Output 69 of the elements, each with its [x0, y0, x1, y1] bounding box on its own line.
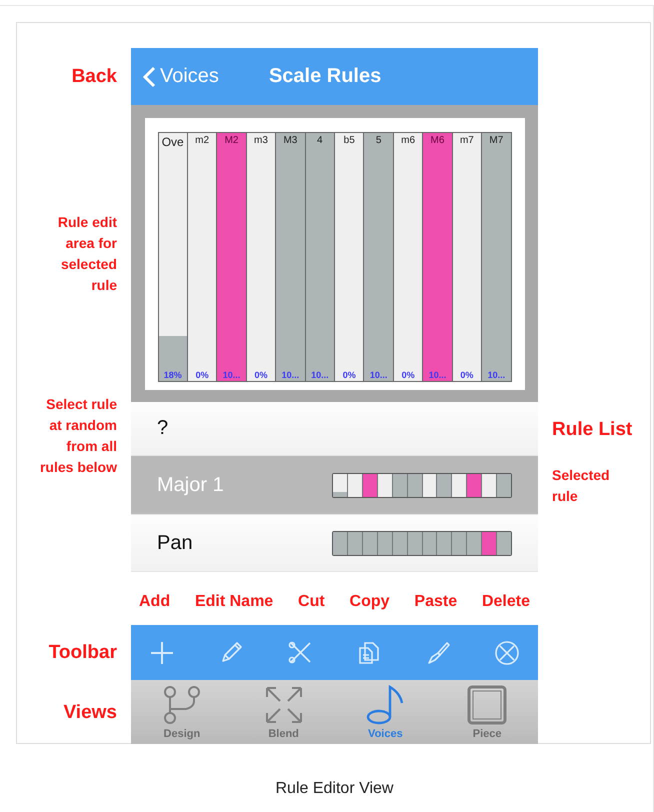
interval-column[interactable]: 4 10... [306, 132, 336, 382]
interval-column[interactable]: M3 10... [276, 132, 306, 382]
interval-column[interactable]: m6 0% [394, 132, 424, 382]
rule-name: Pan [157, 532, 193, 554]
plus-icon [149, 640, 175, 666]
screen-title: Scale Rules [268, 65, 382, 88]
interval-column[interactable]: M6 10... [423, 132, 453, 382]
annotation: Edit Name [194, 592, 274, 612]
scissors-button[interactable] [287, 640, 313, 666]
interval-reading: 0% [402, 370, 415, 380]
brush-icon [425, 640, 451, 666]
interval-reading: 0% [196, 370, 209, 380]
interval-column[interactable]: M2 10... [217, 132, 247, 382]
copy-icon [356, 640, 382, 666]
interval-reading: 10... [370, 370, 388, 380]
annotation: Rule List [551, 418, 634, 440]
expand-arrows-icon [264, 685, 304, 725]
annotation: Back [72, 66, 118, 87]
interval-label: 4 [317, 134, 323, 146]
interval-column[interactable]: Ove 18% [158, 132, 188, 382]
interval-reading: 0% [254, 370, 268, 380]
interval-label: m6 [401, 134, 416, 146]
annotation: Copy [350, 592, 390, 612]
interval-column[interactable]: m2 0% [188, 132, 218, 382]
interval-reading: 10... [282, 370, 300, 380]
interval-column[interactable]: m7 0% [452, 132, 482, 382]
interval-label: m3 [254, 134, 268, 146]
annotation: Select rule at random from all rules below [38, 395, 118, 477]
brush-button[interactable] [425, 640, 451, 666]
interval-reading: 10... [488, 370, 506, 380]
interval-label: M7 [489, 134, 504, 146]
interval-label: m7 [460, 134, 474, 146]
plus-button[interactable] [149, 640, 175, 666]
delete-button[interactable] [494, 640, 520, 666]
interval-column[interactable]: b5 0% [335, 132, 364, 382]
rule-name: ? [157, 417, 168, 440]
music-note-icon [365, 685, 406, 725]
square-icon [467, 685, 508, 725]
annotation: Add [139, 592, 170, 612]
interval-label: b5 [344, 134, 355, 146]
annotation: Delete [482, 592, 530, 612]
chevron-left-icon [143, 66, 156, 88]
interval-reading: 10... [311, 370, 329, 380]
interval-reading: 10... [222, 370, 240, 380]
annotation: Paste [414, 592, 458, 612]
interval-reading: 18% [164, 370, 182, 380]
figure-caption: Rule Editor View [274, 780, 394, 798]
annotation: Rule edit area for selected rule [56, 212, 118, 294]
scissors-icon [287, 640, 313, 666]
interval-column[interactable]: M7 10... [482, 132, 512, 382]
annotation: Views [63, 702, 118, 722]
interval-label: M2 [224, 134, 238, 146]
interval-column[interactable]: 5 10... [364, 132, 394, 382]
copy-button[interactable] [356, 640, 382, 666]
rule-name: Major 1 [157, 474, 224, 496]
interval-label: M6 [430, 134, 444, 146]
interval-reading: 0% [460, 370, 474, 380]
interval-label: M3 [283, 134, 298, 146]
interval-reading: 10... [428, 370, 446, 380]
annotation: Cut [298, 592, 325, 612]
branch-icon [162, 685, 202, 725]
annotation: Toolbar [48, 642, 118, 663]
interval-label: 5 [376, 134, 382, 146]
delete-icon [494, 640, 520, 666]
annotation: Selected rule [551, 466, 611, 506]
interval-reading: 0% [342, 370, 356, 380]
interval-label: Ove [162, 134, 184, 148]
interval-column[interactable]: m3 0% [246, 132, 276, 382]
interval-label: m2 [195, 134, 210, 146]
